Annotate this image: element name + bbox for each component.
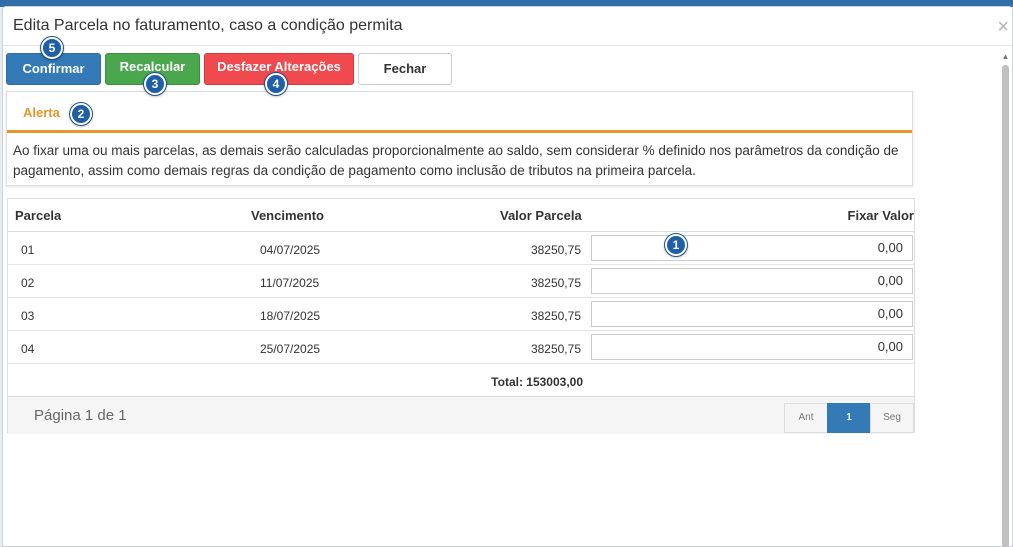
page-info: Página 1 de 1 — [34, 407, 127, 424]
installments-table: Parcela Vencimento Valor Parcela Fixar V… — [7, 198, 915, 434]
marker-1: 1 — [665, 234, 687, 256]
page-1-button[interactable]: 1 — [827, 403, 871, 433]
scroll-thumb[interactable] — [1002, 65, 1009, 547]
table-header: Parcela Vencimento Valor Parcela Fixar V… — [8, 199, 914, 232]
table-row: 01 04/07/2025 38250,75 0,00 — [8, 232, 914, 265]
cell-parcela: 04 — [21, 342, 35, 356]
marker-5: 5 — [41, 37, 63, 59]
next-page-button[interactable]: Seg — [870, 403, 914, 433]
fixed-value-input[interactable]: 0,00 — [591, 268, 913, 294]
cell-parcela: 02 — [21, 276, 35, 290]
close-button[interactable]: Fechar — [358, 53, 452, 85]
close-icon[interactable]: × — [997, 17, 1009, 37]
table-footer: Página 1 de 1 Ant 1 Seg — [8, 397, 914, 434]
marker-3: 3 — [144, 73, 166, 95]
marker-4: 4 — [265, 73, 287, 95]
cell-vencimento: 25/07/2025 — [260, 342, 321, 356]
dialog-title: Edita Parcela no faturamento, caso a con… — [13, 17, 403, 34]
cell-valor: 38250,75 — [530, 309, 581, 323]
dialog-header: Edita Parcela no faturamento, caso a con… — [3, 7, 1012, 46]
cell-valor: 38250,75 — [530, 243, 581, 257]
alert-panel: Alerta Ao fixar uma ou mais parcelas, as… — [6, 91, 913, 186]
alert-divider — [7, 130, 912, 133]
cell-vencimento: 18/07/2025 — [260, 309, 321, 323]
cell-valor: 38250,75 — [530, 276, 581, 290]
cell-parcela: 03 — [21, 309, 35, 323]
marker-2: 2 — [70, 103, 92, 125]
scroll-up-arrow-icon[interactable]: ▲ — [1001, 51, 1010, 63]
cell-parcela: 01 — [21, 243, 35, 257]
total-row: Total: 153003,00 — [8, 364, 914, 397]
cell-vencimento: 11/07/2025 — [260, 276, 320, 290]
fixed-value-input[interactable]: 0,00 — [591, 301, 913, 327]
cell-vencimento: 04/07/2025 — [260, 243, 321, 257]
cell-valor: 38250,75 — [530, 342, 581, 356]
column-header-fixar-valor[interactable]: Fixar Valor — [848, 208, 914, 223]
previous-page-button[interactable]: Ant — [784, 403, 828, 433]
table-row: 04 25/07/2025 38250,75 0,00 — [8, 331, 914, 364]
column-header-vencimento[interactable]: Vencimento — [251, 208, 324, 223]
fixed-value-input[interactable]: 0,00 — [591, 235, 913, 261]
total-value: Total: 153003,00 — [491, 375, 583, 389]
column-header-parcela[interactable]: Parcela — [15, 208, 61, 223]
pagination: Ant 1 Seg — [784, 403, 914, 434]
alert-title: Alerta — [23, 105, 60, 120]
table-row: 02 11/07/2025 38250,75 0,00 — [8, 265, 914, 298]
table-row: 03 18/07/2025 38250,75 0,00 — [8, 298, 914, 331]
vertical-scrollbar[interactable]: ▲ — [1001, 51, 1010, 547]
column-header-valor-parcela[interactable]: Valor Parcela — [500, 208, 582, 223]
alert-message: Ao fixar uma ou mais parcelas, as demais… — [13, 143, 899, 178]
fixed-value-input[interactable]: 0,00 — [591, 334, 913, 360]
